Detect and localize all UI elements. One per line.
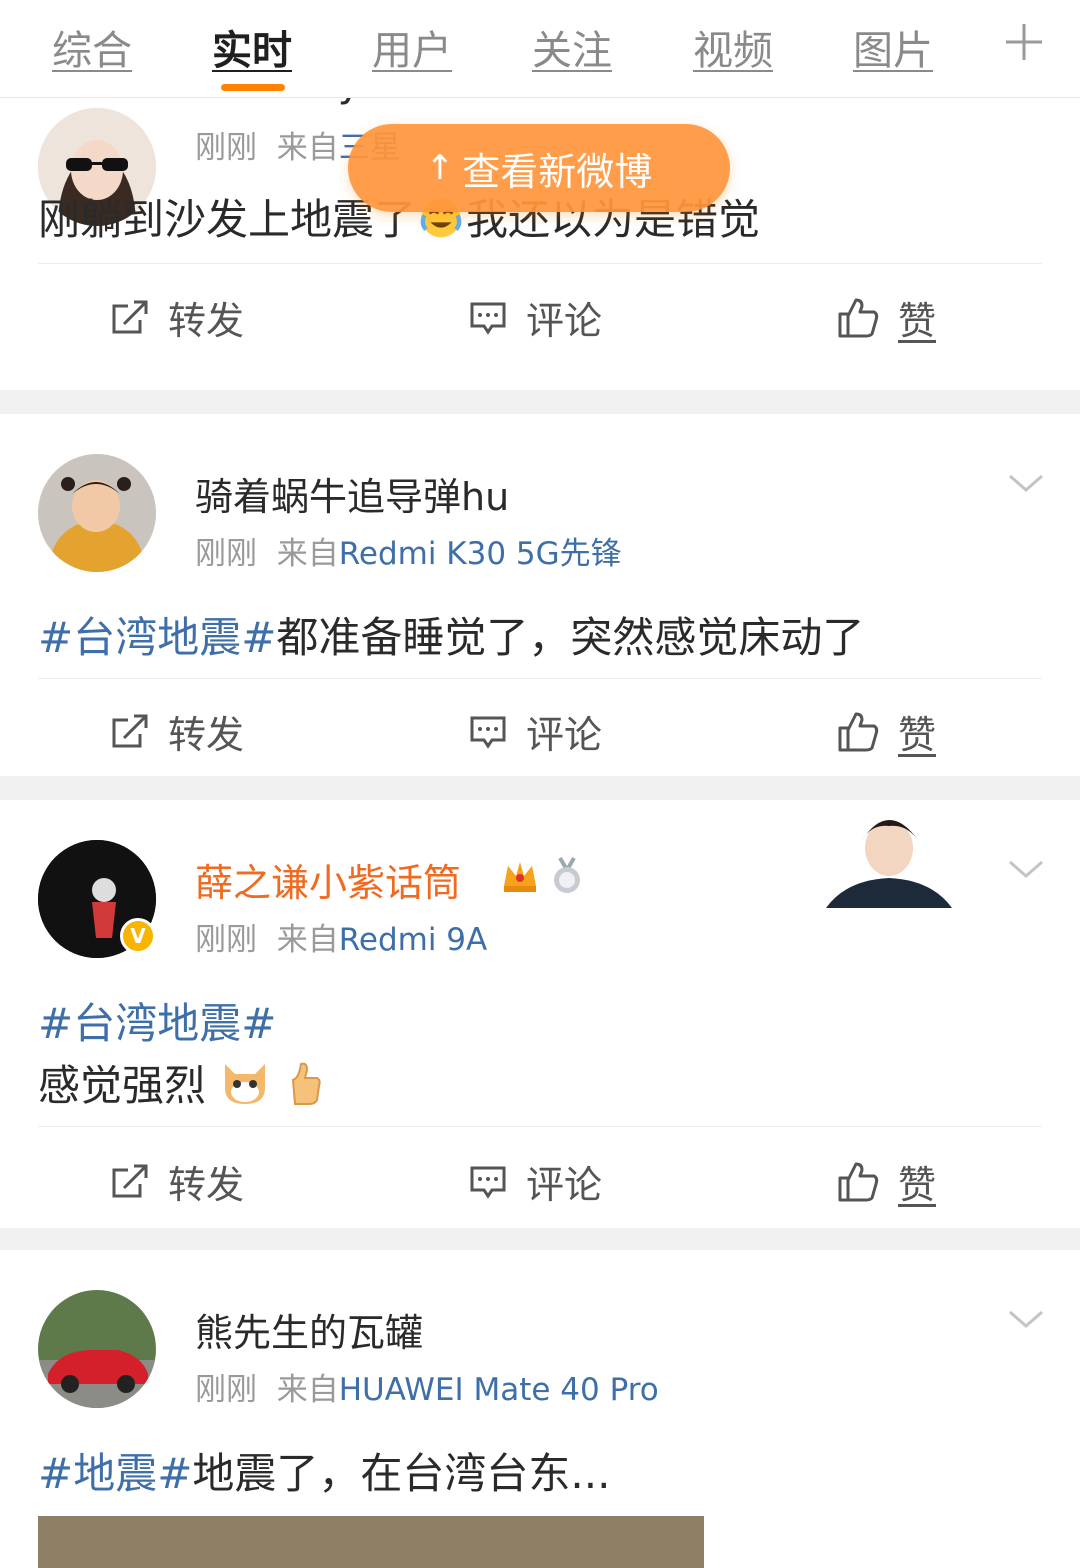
hashtag-link[interactable]: #台湾地震# <box>38 613 276 662</box>
chevron-down-icon[interactable] <box>1006 1306 1046 1332</box>
view-new-posts-button[interactable]: ↑ 查看新微博 <box>348 124 730 212</box>
post-card: 骑着蜗牛追导弹hu 刚刚 来自Redmi K30 5G先锋 #台湾地震#都准备睡… <box>0 414 1080 776</box>
post-text-part: 都准备睡觉了，突然感觉床动了 <box>276 613 865 662</box>
cat-emoji-icon <box>225 1064 266 1104</box>
source-prefix: 来自 <box>276 130 339 166</box>
repost-button[interactable]: 转发 <box>110 1154 244 1209</box>
tab-video[interactable]: 视频 <box>693 18 773 76</box>
username[interactable]: LSY---lsy <box>195 98 361 106</box>
username[interactable]: 熊先生的瓦罐 <box>195 1302 423 1357</box>
source-prefix: 来自 <box>276 536 339 572</box>
like-label: 赞 <box>898 1163 937 1207</box>
comment-label: 评论 <box>526 1163 603 1207</box>
post-text: #台湾地震#都准备睡觉了，突然感觉床动了 <box>38 604 864 665</box>
repost-icon <box>112 1164 148 1197</box>
post-text-part: 感觉强烈 <box>38 1061 207 1110</box>
hashtag-link[interactable]: #地震# <box>38 1449 192 1498</box>
repost-icon <box>112 714 148 747</box>
post-time: 刚刚 <box>195 536 257 572</box>
thumbs-up-emoji-icon <box>291 1062 321 1105</box>
source-prefix: 来自 <box>276 1372 339 1408</box>
avatar[interactable] <box>38 454 156 572</box>
search-tab-bar: 综合 实时 用户 关注 视频 图片 <box>0 0 1080 98</box>
crown-badge-icon[interactable] <box>500 856 540 896</box>
post-meta: 刚刚 来自HUAWEI Mate 40 Pro <box>195 1364 659 1409</box>
post-source[interactable]: Redmi K30 5G先锋 <box>339 536 622 572</box>
repost-label: 转发 <box>168 713 245 757</box>
like-button[interactable]: 赞 <box>836 1154 936 1209</box>
post-text: 感觉强烈 <box>38 1052 325 1113</box>
thumbs-up-icon <box>838 712 879 751</box>
source-prefix: 来自 <box>276 922 339 958</box>
comment-label: 评论 <box>526 299 603 343</box>
user-pendant-image <box>826 800 952 908</box>
medal-badge-icon[interactable] <box>548 856 586 896</box>
verified-badge: V <box>120 918 156 954</box>
post-time: 刚刚 <box>195 130 257 166</box>
chevron-down-icon[interactable] <box>1006 470 1046 496</box>
view-new-posts-label: 查看新微博 <box>462 149 653 194</box>
post-meta: 刚刚 来自Redmi 9A <box>195 914 487 959</box>
post-source[interactable]: Redmi 9A <box>339 922 488 958</box>
tab-realtime[interactable]: 实时 <box>212 18 292 76</box>
tab-images[interactable]: 图片 <box>853 18 933 76</box>
repost-label: 转发 <box>168 299 245 343</box>
chevron-down-icon[interactable] <box>1006 856 1046 882</box>
tab-users[interactable]: 用户 <box>372 18 452 76</box>
comment-button[interactable]: 评论 <box>468 290 602 345</box>
tab-comprehensive[interactable]: 综合 <box>52 18 132 76</box>
feed: LSY---lsy 刚刚 来自三星 刚躺到沙发上地震了我还以为是错觉 转发 评论… <box>0 98 1080 1568</box>
active-tab-indicator <box>221 84 285 91</box>
repost-button[interactable]: 转发 <box>110 290 244 345</box>
username[interactable]: 骑着蜗牛追导弹hu <box>195 466 509 521</box>
repost-label: 转发 <box>168 1163 245 1207</box>
post-image[interactable] <box>38 1516 704 1568</box>
post-text-part: 刚躺到沙发上地震了 <box>38 195 417 244</box>
comment-label: 评论 <box>526 713 603 757</box>
avatar[interactable] <box>38 1290 156 1408</box>
post-time: 刚刚 <box>195 922 257 958</box>
post-meta: 刚刚 来自Redmi K30 5G先锋 <box>195 528 622 573</box>
post-text: #地震#地震了，在台湾台东... <box>38 1440 610 1501</box>
divider <box>38 263 1042 264</box>
comment-button[interactable]: 评论 <box>468 704 602 759</box>
like-button[interactable]: 赞 <box>836 704 936 759</box>
comment-icon <box>470 302 506 335</box>
divider <box>38 678 1042 679</box>
post-hashtag-line: #台湾地震# <box>38 990 276 1051</box>
post-text-part: 地震了，在台湾台东... <box>192 1449 611 1498</box>
username[interactable]: 薛之谦小紫话筒 <box>195 852 461 907</box>
plus-icon[interactable] <box>1000 18 1048 66</box>
thumbs-up-icon <box>838 298 879 337</box>
comment-button[interactable]: 评论 <box>468 1154 602 1209</box>
like-button[interactable]: 赞 <box>836 290 936 345</box>
comment-icon <box>470 716 506 749</box>
arrow-up-icon: ↑ <box>425 148 455 188</box>
post-card: V 薛之谦小紫话筒 刚刚 来自Redmi 9A #台湾地震# 感觉强烈 转发 评… <box>0 800 1080 1228</box>
tab-following[interactable]: 关注 <box>532 18 612 76</box>
post-time: 刚刚 <box>195 1372 257 1408</box>
comment-icon <box>470 1166 506 1199</box>
thumbs-up-icon <box>838 1162 879 1201</box>
like-label: 赞 <box>898 713 937 757</box>
divider <box>38 1126 1042 1127</box>
post-card: 熊先生的瓦罐 刚刚 来自HUAWEI Mate 40 Pro #地震#地震了，在… <box>0 1250 1080 1568</box>
repost-button[interactable]: 转发 <box>110 704 244 759</box>
repost-icon <box>112 300 148 333</box>
like-label: 赞 <box>898 299 937 343</box>
hashtag-link[interactable]: #台湾地震# <box>38 999 276 1048</box>
post-source[interactable]: HUAWEI Mate 40 Pro <box>339 1372 659 1408</box>
